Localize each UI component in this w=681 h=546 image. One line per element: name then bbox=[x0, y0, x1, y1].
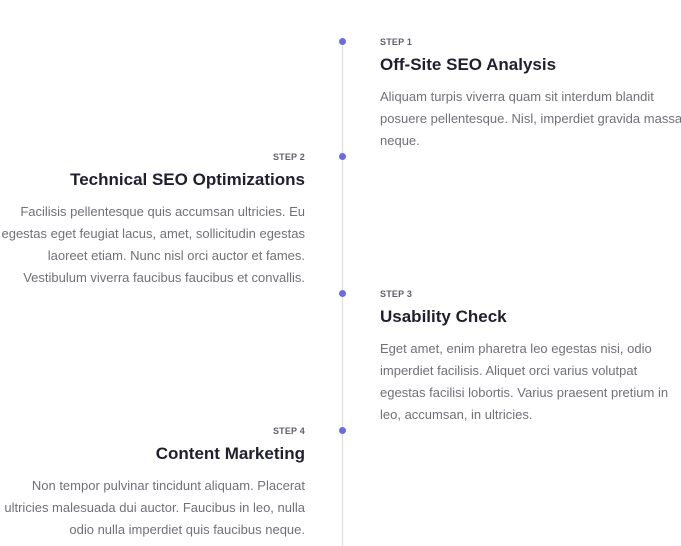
step-description: Aliquam turpis viverra quam sit interdum… bbox=[380, 89, 681, 148]
timeline-dot-step-3 bbox=[339, 290, 346, 297]
step-title: Usability Check bbox=[380, 307, 507, 326]
timeline-dot-step-1 bbox=[339, 38, 346, 45]
timeline-dot-step-4 bbox=[339, 427, 346, 434]
process-timeline: STEP 1 Off-Site SEO Analysis Aliquam tur… bbox=[0, 0, 681, 546]
step-description: Eget amet, enim pharetra leo egestas nis… bbox=[380, 341, 669, 422]
step-title: Off-Site SEO Analysis bbox=[380, 55, 557, 74]
timeline-dot-step-2 bbox=[339, 153, 346, 160]
timeline-step-1: STEP 1 Off-Site SEO Analysis Aliquam tur… bbox=[380, 36, 681, 152]
timeline-step-3: STEP 3 Usability Check Eget amet, enim p… bbox=[380, 288, 680, 426]
timeline-step-2: STEP 2 Technical SEO Optimizations Facil… bbox=[0, 151, 305, 289]
timeline-step-4: STEP 4 Content Marketing Non tempor pulv… bbox=[0, 425, 305, 541]
step-label: STEP 4 bbox=[272, 426, 305, 436]
step-label: STEP 1 bbox=[380, 37, 413, 47]
step-description: Facilisis pellentesque quis accumsan ult… bbox=[1, 204, 305, 285]
step-title: Technical SEO Optimizations bbox=[70, 170, 305, 189]
step-label: STEP 2 bbox=[272, 152, 305, 162]
step-label: STEP 3 bbox=[380, 289, 413, 299]
step-description: Non tempor pulvinar tincidunt aliquam. P… bbox=[4, 478, 305, 537]
step-title: Content Marketing bbox=[155, 444, 305, 463]
